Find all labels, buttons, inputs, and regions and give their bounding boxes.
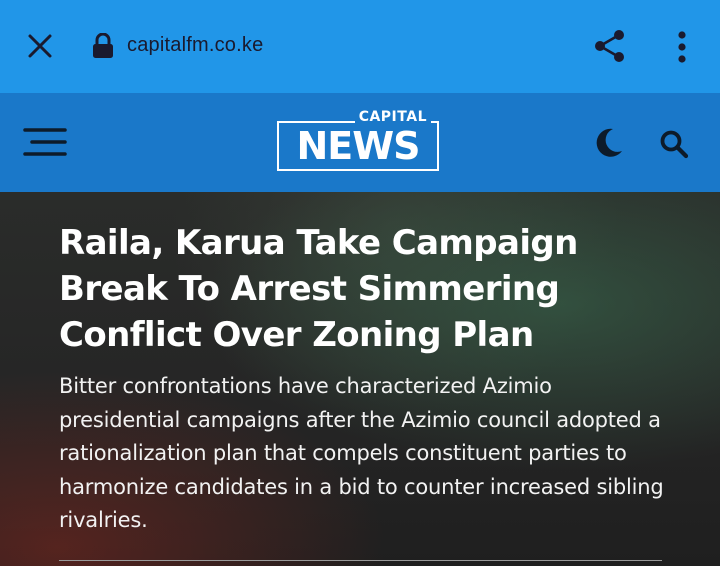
logo-capital-text: CAPITAL xyxy=(354,109,431,125)
close-button[interactable] xyxy=(22,30,58,62)
divider xyxy=(59,560,662,561)
logo-news-text: NEWS xyxy=(296,124,420,168)
moon-icon xyxy=(596,128,622,157)
article-headline[interactable]: Raila, Karua Take Campaign Break To Arre… xyxy=(59,220,679,358)
search-icon xyxy=(660,130,689,159)
search-button[interactable] xyxy=(658,128,690,160)
browser-toolbar: capitalfm.co.ke xyxy=(0,0,720,93)
dark-mode-toggle[interactable] xyxy=(594,126,624,160)
menu-button[interactable] xyxy=(22,124,68,160)
url-text[interactable]: capitalfm.co.ke xyxy=(127,34,263,57)
overflow-menu-button[interactable] xyxy=(668,28,696,66)
more-vert-icon xyxy=(678,31,686,63)
site-logo[interactable]: CAPITAL NEWS xyxy=(277,109,443,175)
share-button[interactable] xyxy=(590,26,630,66)
lock-icon xyxy=(93,33,113,58)
hamburger-icon xyxy=(23,128,67,156)
article-summary: Bitter confrontations have characterized… xyxy=(59,374,664,532)
close-icon xyxy=(28,34,52,58)
share-icon xyxy=(595,30,624,62)
